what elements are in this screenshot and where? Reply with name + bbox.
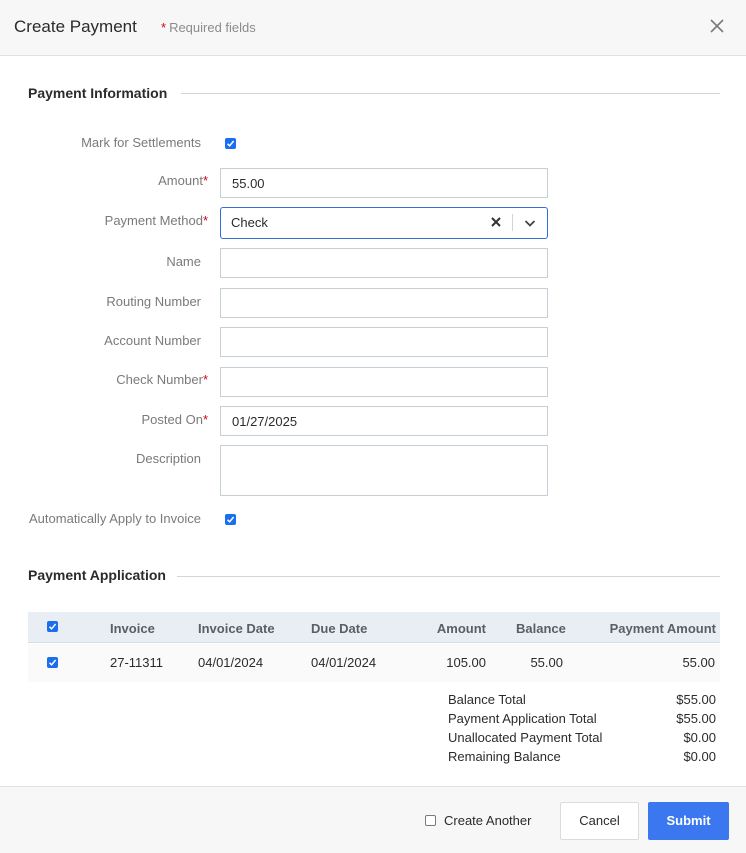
required-note-text: Required fields	[169, 20, 256, 35]
total-row-payment-application: Payment Application Total $55.00	[448, 711, 716, 730]
label-amount: Amount*	[158, 173, 208, 188]
label-amount-text: Amount	[158, 173, 203, 188]
total-value: $0.00	[683, 730, 716, 745]
total-row-remaining: Remaining Balance $0.00	[448, 749, 716, 768]
check-icon	[48, 659, 57, 666]
payment-method-value: Check	[231, 215, 268, 230]
column-header-invoice-date[interactable]: Invoice Date	[198, 621, 275, 636]
routing-number-input[interactable]	[220, 288, 548, 318]
label-payment-method-text: Payment Method	[104, 213, 203, 228]
dialog-title: Create Payment	[14, 17, 137, 36]
total-label: Unallocated Payment Total	[448, 730, 603, 745]
clear-icon[interactable]	[489, 215, 503, 229]
total-value: $55.00	[676, 711, 716, 726]
cell-balance: 55.00	[530, 655, 563, 670]
column-header-due-date[interactable]: Due Date	[311, 621, 367, 636]
cell-invoice-date: 04/01/2024	[198, 655, 264, 670]
check-icon	[48, 623, 57, 630]
label-routing-number: Routing Number	[106, 294, 201, 309]
column-header-invoice[interactable]: Invoice	[110, 621, 155, 636]
label-posted-on: Posted On*	[142, 412, 209, 427]
column-header-balance[interactable]: Balance	[516, 621, 566, 636]
check-icon	[226, 516, 235, 523]
label-description: Description	[135, 451, 201, 466]
submit-button[interactable]: Submit	[648, 802, 729, 840]
dialog-header: Create Payment * Required fields	[0, 0, 746, 56]
total-value: $55.00	[676, 692, 716, 707]
account-number-input[interactable]	[220, 327, 548, 357]
name-input[interactable]	[220, 248, 548, 278]
create-another-label[interactable]: Create Another	[444, 813, 531, 828]
required-star: *	[202, 213, 208, 228]
required-star: *	[202, 412, 208, 427]
total-label: Payment Application Total	[448, 711, 597, 726]
total-row-balance: Balance Total $55.00	[448, 692, 716, 711]
label-check-number-text: Check Number	[116, 372, 203, 387]
label-payment-method: Payment Method*	[105, 213, 208, 228]
column-header-payment-amount[interactable]: Payment Amount	[610, 621, 716, 636]
chevron-down-icon[interactable]	[523, 216, 537, 230]
check-number-input[interactable]	[220, 367, 548, 397]
posted-on-input[interactable]: 01/27/2025	[220, 406, 548, 436]
label-posted-on-text: Posted On	[141, 412, 203, 427]
column-header-amount[interactable]: Amount	[437, 621, 486, 636]
dialog-footer: Create Another Cancel Submit	[0, 786, 746, 853]
amount-input[interactable]: 55.00	[220, 168, 548, 198]
label-mark-for-settlements: Mark for Settlements	[81, 135, 201, 150]
table-row: 27-11311 04/01/2024 04/01/2024 105.00 55…	[28, 644, 720, 682]
row-checkbox[interactable]	[47, 657, 58, 668]
close-icon[interactable]	[707, 16, 727, 36]
required-star: *	[161, 20, 167, 35]
cell-payment-amount[interactable]: 55.00	[682, 655, 715, 670]
label-name: Name	[166, 254, 201, 269]
cell-invoice: 27-11311	[110, 655, 164, 670]
table-header: Invoice Invoice Date Due Date Amount Bal…	[28, 612, 720, 643]
create-another-checkbox[interactable]	[425, 815, 436, 826]
required-fields-note: * Required fields	[161, 20, 256, 35]
required-star: *	[202, 173, 208, 188]
total-label: Remaining Balance	[448, 749, 561, 764]
total-label: Balance Total	[448, 692, 526, 707]
select-all-checkbox[interactable]	[47, 621, 58, 632]
required-star: *	[202, 372, 208, 387]
label-auto-apply: Automatically Apply to Invoice	[29, 511, 201, 526]
cell-amount: 105.00	[446, 655, 486, 670]
description-textarea[interactable]	[220, 445, 548, 496]
section-divider	[181, 93, 720, 94]
check-icon	[226, 140, 235, 147]
label-check-number: Check Number*	[116, 372, 208, 387]
section-title-payment-information: Payment Information	[28, 85, 168, 101]
mark-for-settlements-checkbox[interactable]	[225, 138, 236, 149]
totals-summary: Balance Total $55.00 Payment Application …	[448, 692, 716, 768]
cell-due-date: 04/01/2024	[311, 655, 377, 670]
total-value: $0.00	[683, 749, 716, 764]
section-divider	[177, 576, 720, 577]
section-title-payment-application: Payment Application	[28, 567, 166, 583]
total-row-unallocated: Unallocated Payment Total $0.00	[448, 730, 716, 749]
label-account-number: Account Number	[104, 333, 201, 348]
payment-method-select[interactable]: Check	[220, 207, 548, 239]
select-separator	[512, 214, 513, 231]
auto-apply-checkbox[interactable]	[225, 514, 236, 525]
cancel-button[interactable]: Cancel	[560, 802, 639, 840]
